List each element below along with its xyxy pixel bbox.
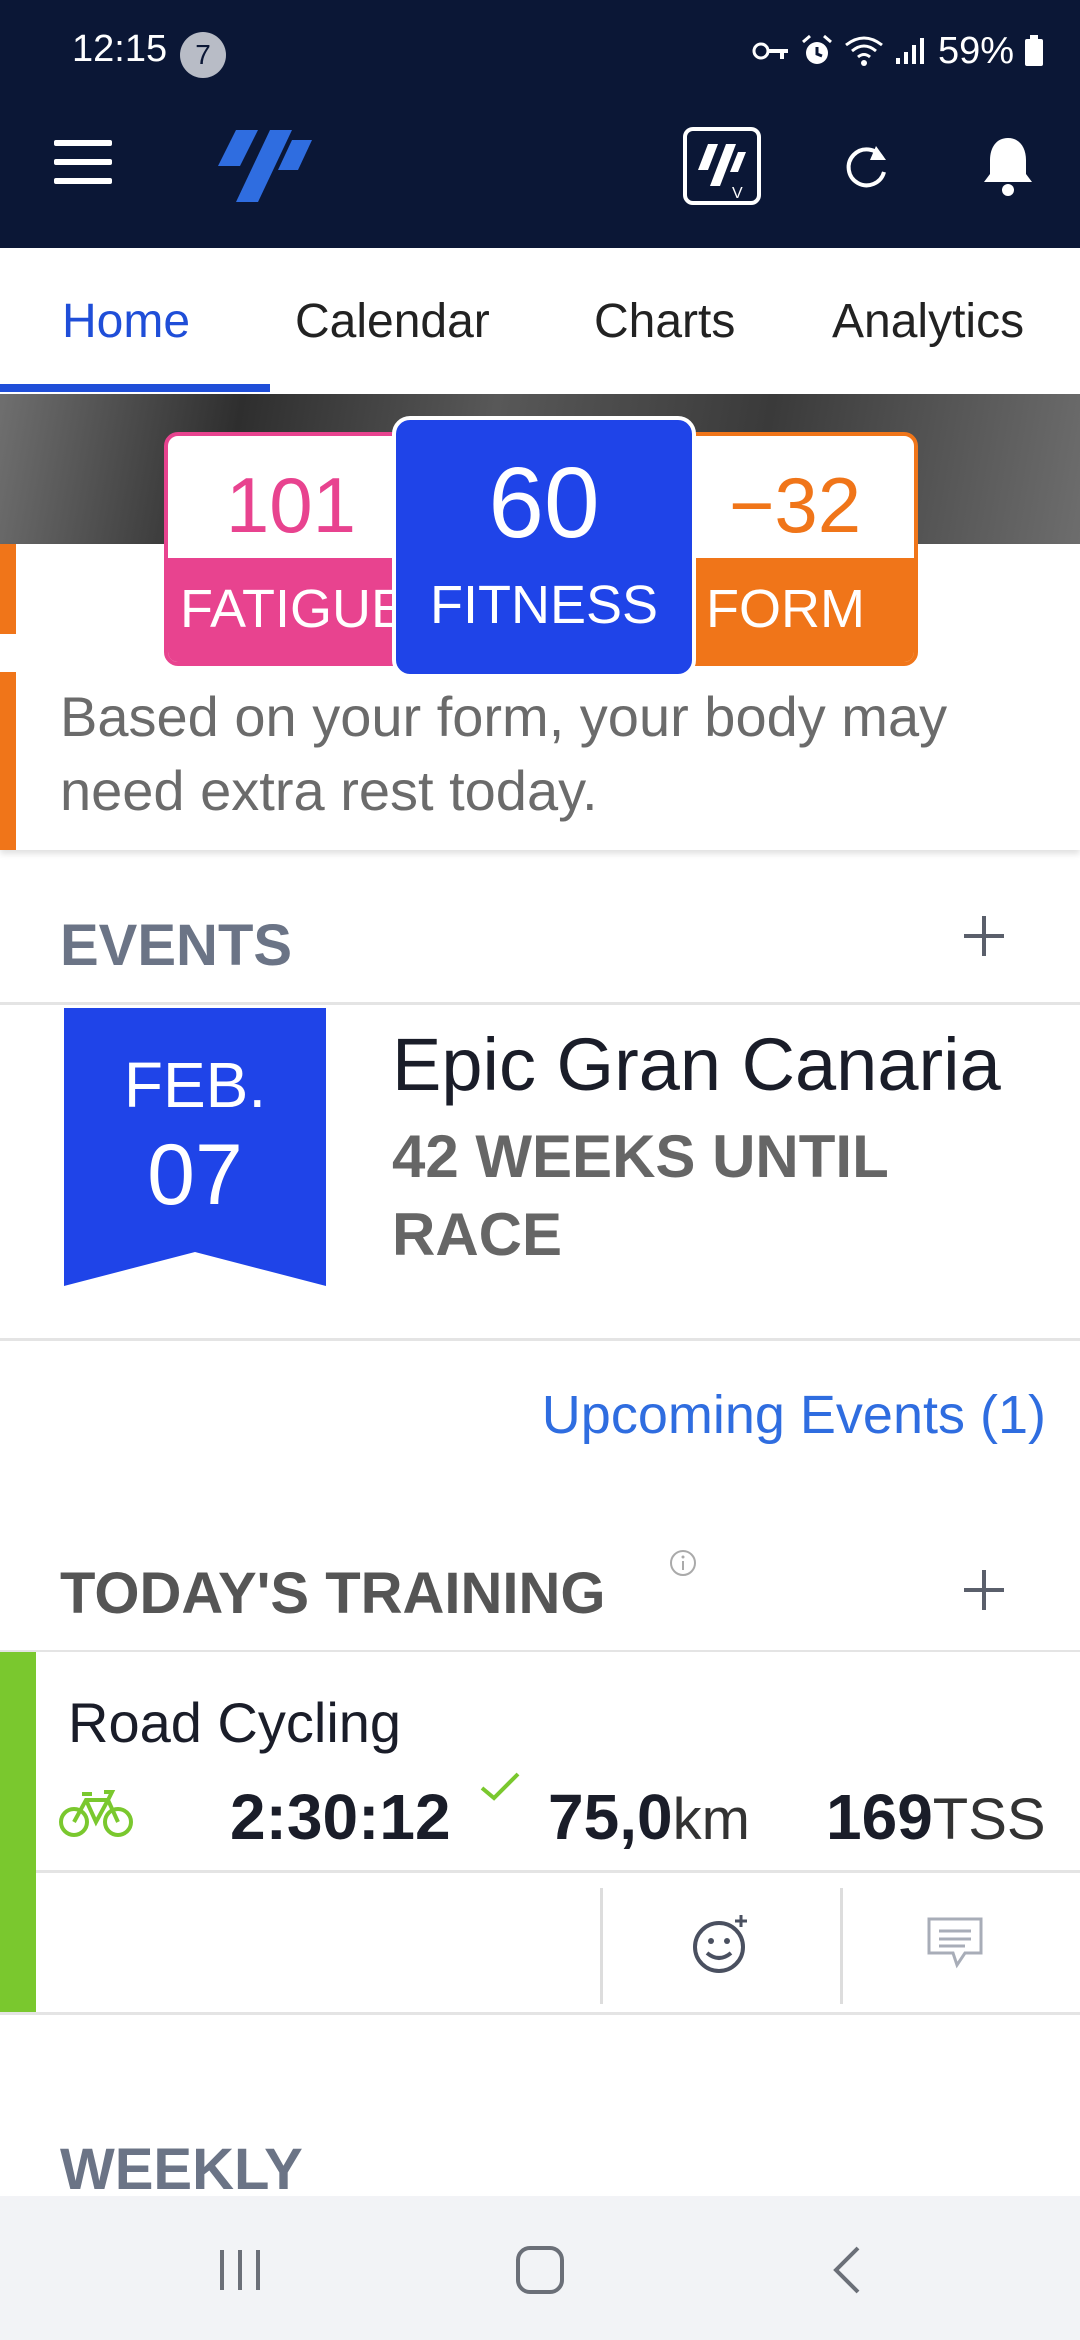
- events-section-title: EVENTS: [60, 913, 293, 978]
- fitness-value: 60: [488, 447, 600, 559]
- status-icons: 59%: [752, 26, 1044, 76]
- divider: [0, 2012, 1080, 2015]
- divider: [600, 1888, 603, 2004]
- workout-duration: 2:30:12: [230, 1781, 451, 1853]
- wifi-icon: [845, 36, 883, 66]
- completed-check-icon: [480, 1772, 520, 1801]
- refresh-icon[interactable]: [824, 124, 908, 208]
- status-time: 12:15: [72, 28, 168, 70]
- add-event-button[interactable]: [958, 910, 1010, 962]
- event-day: 07: [147, 1127, 243, 1223]
- event-date: FEB. 07: [64, 1008, 326, 1286]
- tss-value: 169: [826, 1781, 933, 1853]
- svg-text:V: V: [732, 185, 743, 202]
- divider: [0, 1002, 1080, 1005]
- fatigue-value: 101: [225, 461, 357, 549]
- form-advice-text: Based on your form, your body may need e…: [60, 685, 948, 822]
- form-label: FORM: [706, 579, 865, 639]
- menu-icon[interactable]: [54, 140, 114, 184]
- system-navigation-bar: [0, 2196, 1080, 2340]
- distance-unit: km: [672, 1787, 750, 1852]
- upcoming-events-link[interactable]: Upcoming Events (1): [542, 1384, 1046, 1446]
- form-status-strip: [0, 672, 16, 850]
- top-tabs: Home Calendar Charts Analytics: [0, 248, 1080, 394]
- add-feeling-icon[interactable]: [686, 1908, 756, 1978]
- event-month: FEB.: [123, 1049, 267, 1121]
- distance-value: 75,0: [548, 1781, 673, 1853]
- form-value: −32: [728, 461, 862, 549]
- info-icon[interactable]: [668, 1548, 698, 1578]
- fitness-metric[interactable]: 60 FITNESS: [392, 416, 696, 678]
- signal-icon: [895, 38, 924, 64]
- workout-distance: 75,0km: [548, 1780, 750, 1854]
- divider: [36, 1870, 1080, 1873]
- workout-tss: 169TSS: [826, 1780, 1046, 1854]
- fitness-label: FITNESS: [429, 575, 659, 635]
- alarm-icon: [801, 34, 832, 64]
- weekly-section-title: WEEKLY: [60, 2137, 303, 2202]
- recent-apps-icon[interactable]: [204, 2240, 276, 2300]
- todays-training-title: TODAY'S TRAINING: [60, 1561, 606, 1626]
- workout-compliance-bar: [0, 1652, 36, 2012]
- app-header: 12:15 7 59% V: [0, 0, 1080, 248]
- back-icon[interactable]: [810, 2240, 882, 2300]
- battery-icon: [1025, 35, 1043, 66]
- virtual-coach-icon[interactable]: V: [680, 124, 764, 208]
- bell-icon[interactable]: [966, 124, 1050, 208]
- event-countdown: 42 WEEKS UNTIL RACE: [392, 1123, 888, 1268]
- active-tab-indicator: [0, 384, 270, 392]
- fatigue-label: FATIGUE: [180, 579, 408, 639]
- divider: [840, 1888, 843, 2004]
- divider: [0, 1338, 1080, 1341]
- add-workout-button[interactable]: [958, 1564, 1010, 1616]
- form-metric[interactable]: −32 FORM: [672, 432, 918, 666]
- notification-count-badge: 7: [180, 32, 226, 78]
- tab-calendar[interactable]: Calendar: [295, 294, 490, 349]
- battery-percent: 59%: [937, 29, 1014, 72]
- logo-icon[interactable]: [214, 126, 314, 206]
- form-status-strip: [0, 544, 16, 634]
- home-button-icon[interactable]: [504, 2240, 576, 2300]
- event-name[interactable]: Epic Gran Canaria: [392, 1022, 1001, 1107]
- workout-title: Road Cycling: [68, 1691, 402, 1754]
- fatigue-metric[interactable]: 101 FATIGUE: [164, 432, 418, 666]
- bicycle-icon: [59, 1790, 133, 1837]
- tab-home[interactable]: Home: [62, 294, 190, 349]
- comment-icon[interactable]: [920, 1908, 990, 1978]
- tab-analytics[interactable]: Analytics: [832, 294, 1024, 349]
- tab-charts[interactable]: Charts: [594, 294, 735, 349]
- tss-unit: TSS: [932, 1787, 1046, 1852]
- key-icon: [752, 42, 788, 60]
